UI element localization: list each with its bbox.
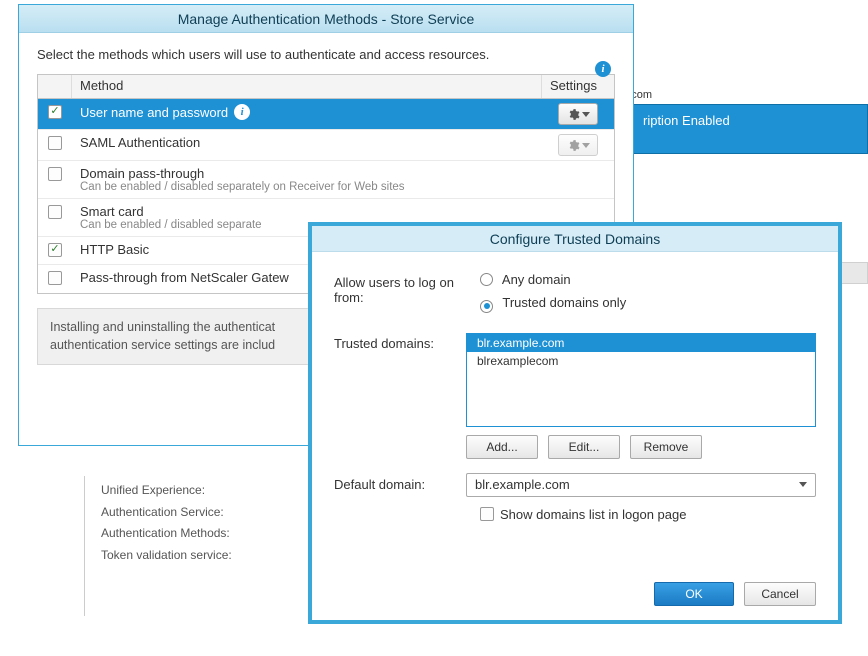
list-item[interactable]: blrexamplecom — [467, 352, 815, 370]
checkbox[interactable] — [480, 507, 494, 521]
edit-button[interactable]: Edit... — [548, 435, 620, 459]
remove-button[interactable]: Remove — [630, 435, 702, 459]
auth-row-label: Smart card — [80, 204, 534, 219]
auth-row-label: SAML Authentication — [80, 135, 200, 150]
info-line: Authentication Methods: — [101, 523, 324, 545]
dialog-title: Manage Authentication Methods - Store Se… — [178, 11, 475, 27]
dialog-prompt: Select the methods which users will use … — [37, 47, 615, 62]
checkbox[interactable] — [48, 105, 62, 119]
dropdown-value: blr.example.com — [475, 477, 570, 492]
default-domain-label: Default domain: — [334, 477, 466, 492]
radio-trusted-only[interactable]: Trusted domains only — [480, 295, 816, 313]
settings-gear-button — [558, 134, 598, 156]
radio-label: Trusted domains only — [502, 295, 626, 310]
store-info-panel: Unified Experience: Authentication Servi… — [84, 476, 324, 616]
info-line: Token validation service: — [101, 545, 324, 567]
gear-icon — [567, 139, 580, 152]
gear-icon — [567, 108, 580, 121]
info-line: Unified Experience: — [101, 480, 324, 502]
ok-button[interactable]: OK — [654, 582, 734, 606]
info-icon[interactable]: i — [595, 61, 611, 77]
col-method[interactable]: Method — [72, 75, 542, 98]
auth-row-label: Pass-through from NetScaler Gatew — [80, 270, 289, 285]
add-button[interactable]: Add... — [466, 435, 538, 459]
auth-row-label: Domain pass-through — [80, 166, 534, 181]
radio-icon — [480, 273, 493, 286]
dialog-titlebar[interactable]: Manage Authentication Methods - Store Se… — [19, 5, 633, 33]
info-line: Authentication Service: — [101, 502, 324, 524]
configure-trusted-domains-dialog: Configure Trusted Domains Allow users to… — [308, 222, 842, 624]
checkbox[interactable] — [48, 205, 62, 219]
radio-icon — [480, 300, 493, 313]
background-header-text: ription Enabled — [643, 113, 730, 128]
radio-label: Any domain — [502, 272, 571, 287]
allow-logon-label: Allow users to log on from: — [334, 272, 480, 305]
list-item[interactable]: blr.example.com — [467, 334, 815, 352]
dialog-title: Configure Trusted Domains — [490, 231, 660, 247]
trusted-domains-label: Trusted domains: — [334, 333, 466, 351]
chevron-down-icon — [799, 482, 807, 487]
info-icon[interactable]: i — [234, 104, 250, 120]
radio-any-domain[interactable]: Any domain — [480, 272, 816, 287]
checkbox-label: Show domains list in logon page — [500, 507, 686, 522]
grid-header: Method Settings — [38, 75, 614, 99]
checkbox[interactable] — [48, 271, 62, 285]
auth-row-label: HTTP Basic — [80, 242, 149, 257]
checkbox[interactable] — [48, 167, 62, 181]
cancel-button[interactable]: Cancel — [744, 582, 816, 606]
checkbox[interactable] — [48, 243, 62, 257]
show-domains-checkbox[interactable]: Show domains list in logon page — [480, 507, 816, 522]
default-domain-dropdown[interactable]: blr.example.com — [466, 473, 816, 497]
auth-row-sublabel: Can be enabled / disabled separately on … — [80, 181, 534, 193]
dialog-titlebar[interactable]: Configure Trusted Domains — [312, 226, 838, 252]
auth-row-saml[interactable]: SAML Authentication — [38, 130, 614, 161]
background-header-panel: ription Enabled — [628, 104, 868, 154]
trusted-domains-listbox[interactable]: blr.example.com blrexamplecom — [466, 333, 816, 427]
col-settings[interactable]: Settings — [542, 75, 614, 98]
auth-row-username-password[interactable]: User name and password i — [38, 99, 614, 130]
settings-gear-button[interactable] — [558, 103, 598, 125]
auth-row-domain-passthrough[interactable]: Domain pass-through Can be enabled / dis… — [38, 161, 614, 199]
checkbox[interactable] — [48, 136, 62, 150]
auth-row-label: User name and password — [80, 105, 228, 120]
